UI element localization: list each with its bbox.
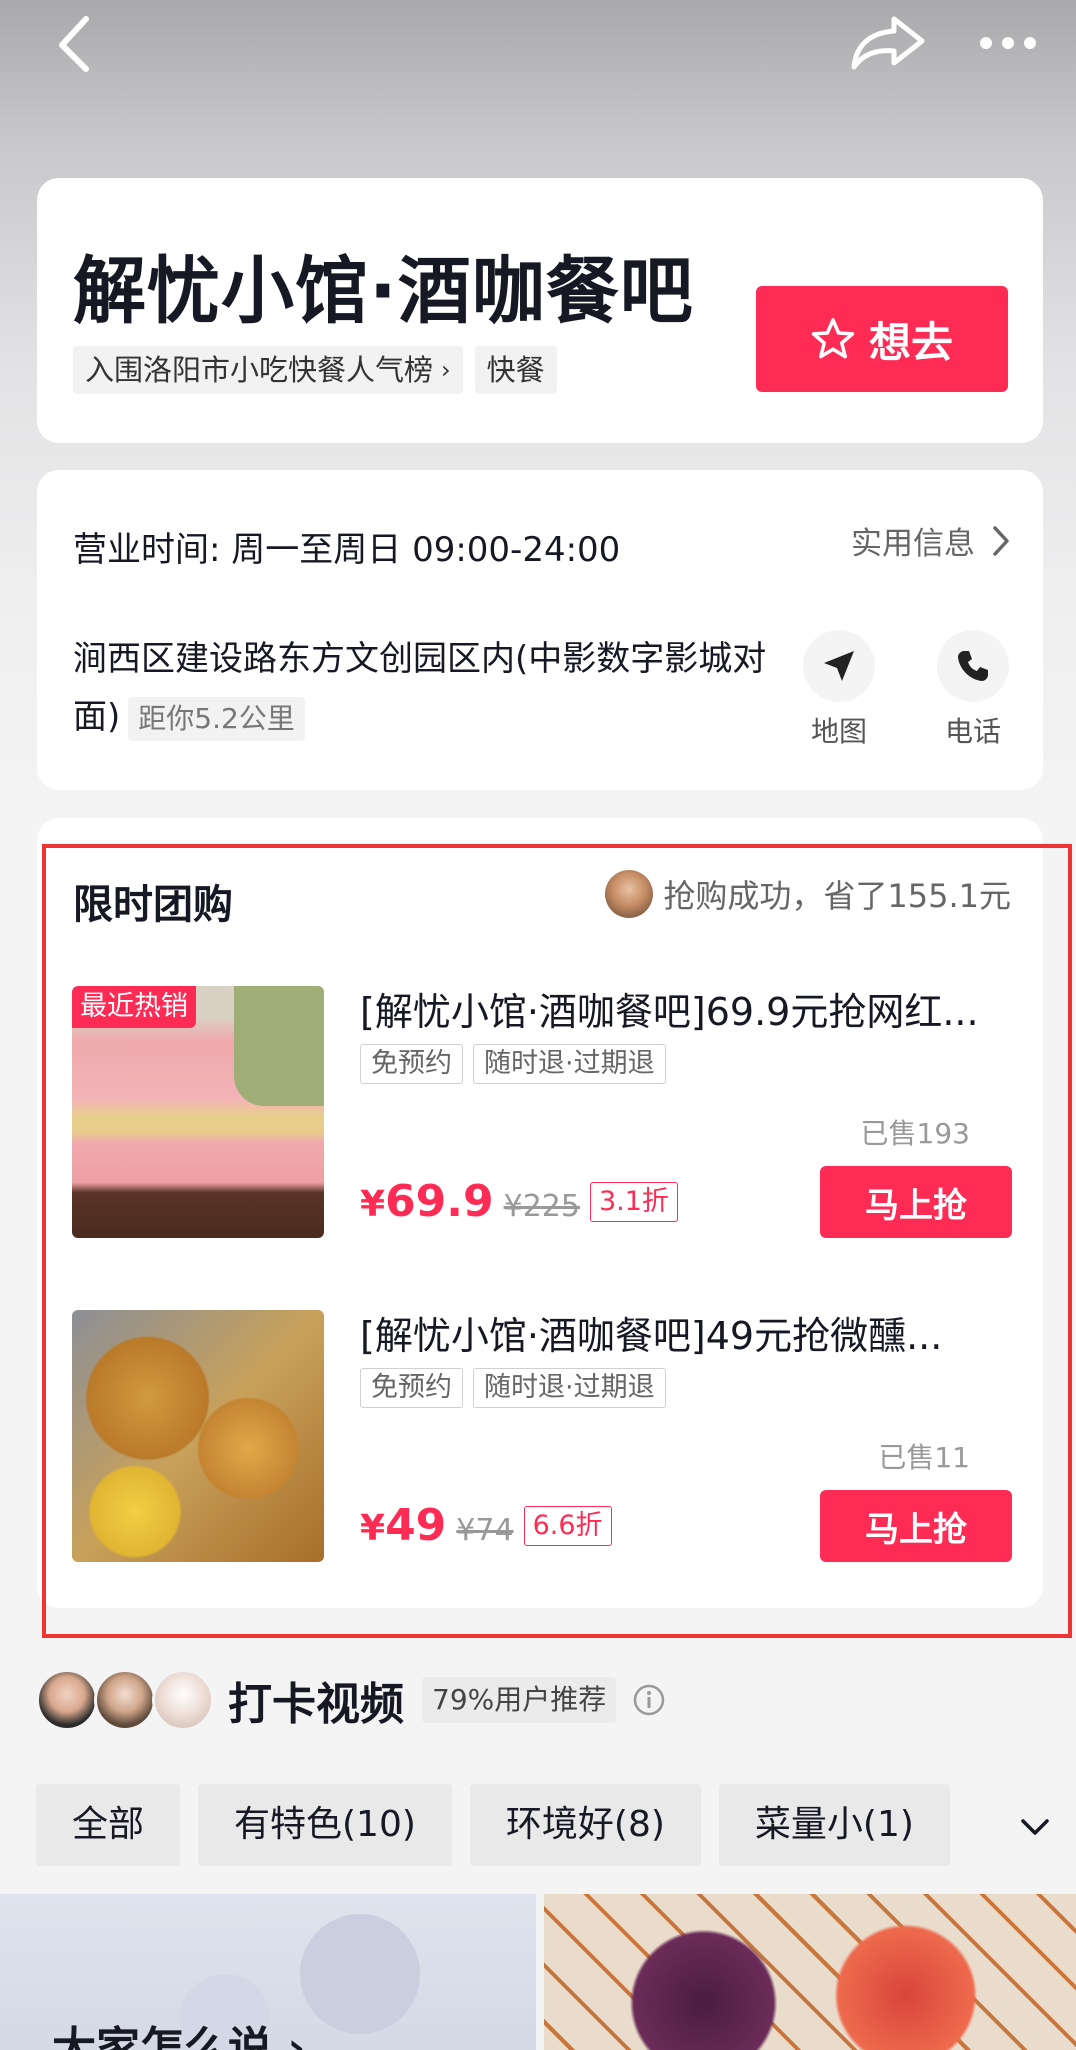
price-row: ¥69.9 ¥225 3.1折	[360, 1176, 678, 1227]
avatar	[36, 1669, 98, 1731]
share-icon	[851, 16, 925, 70]
original-price: ¥225	[503, 1189, 580, 1224]
checkin-videos-title: 打卡视频	[228, 1679, 404, 1730]
deal-price: ¥69.9	[360, 1176, 494, 1227]
category-tag: 快餐	[474, 346, 557, 394]
deal-title: [解忧小馆·酒咖餐吧]49元抢微醺...	[360, 1314, 943, 1358]
phone-button[interactable]: 电话	[923, 630, 1023, 750]
purchase-notice-text: 抢购成功，省了155.1元	[663, 877, 1011, 915]
price-value: 69.9	[385, 1176, 494, 1227]
review-filter-row: 全部 有特色(10) 环境好(8) 菜量小(1)	[36, 1784, 950, 1866]
business-hours: 营业时间: 周一至周日 09:00-24:00	[73, 530, 621, 570]
phone-icon	[958, 651, 988, 681]
filter-small-portion[interactable]: 菜量小(1)	[718, 1784, 950, 1866]
map-label: 地图	[810, 715, 867, 748]
deal-tags: 免预约 随时退·过期退	[360, 1368, 666, 1408]
shop-name: 解忧小馆·酒咖餐吧	[73, 249, 694, 334]
shop-tags: 入围洛阳市小吃快餐人气榜 › 快餐	[73, 346, 557, 394]
everyone-says-title: 大家怎么说 ›	[52, 2023, 306, 2050]
buy-now-button[interactable]: 马上抢	[820, 1166, 1012, 1238]
map-button[interactable]: 地图	[789, 630, 889, 750]
video-thumbnail-drinks[interactable]	[544, 1894, 1076, 2050]
more-dots-icon	[980, 37, 1036, 49]
deal-tags: 免预约 随时退·过期退	[360, 1044, 666, 1084]
price-value: 49	[385, 1500, 447, 1551]
share-button[interactable]	[848, 8, 928, 78]
currency-symbol: ¥	[360, 1184, 386, 1225]
ranking-tag[interactable]: 入围洛阳市小吃快餐人气榜 ›	[73, 346, 463, 394]
navigation-bar	[0, 0, 1076, 110]
map-icon-wrap	[803, 630, 875, 702]
star-icon	[811, 318, 855, 359]
phone-icon-wrap	[937, 630, 1009, 702]
discount-badge: 6.6折	[523, 1505, 612, 1546]
deal-image-cake: 最近热销	[72, 986, 324, 1238]
deal-image-fried-food	[72, 1310, 324, 1562]
expand-filters-button[interactable]	[1010, 1802, 1060, 1852]
buy-now-button[interactable]: 马上抢	[820, 1490, 1012, 1562]
shop-header-card: 解忧小馆·酒咖餐吧 入围洛阳市小吃快餐人气榜 › 快餐 想去	[37, 178, 1043, 443]
avatar	[152, 1669, 214, 1731]
practical-info-link[interactable]: 实用信息	[851, 518, 1011, 563]
want-to-go-button[interactable]: 想去	[756, 286, 1008, 392]
chevron-down-icon	[1021, 1819, 1049, 1835]
price-row: ¥49 ¥74 6.6折	[360, 1500, 612, 1551]
discount-badge: 3.1折	[589, 1181, 678, 1222]
want-to-go-label: 想去	[868, 317, 953, 367]
back-button[interactable]	[42, 8, 106, 78]
deal-tag: 免预约	[360, 1368, 463, 1408]
filter-distinctive[interactable]: 有特色(10)	[198, 1784, 452, 1866]
checkin-videos-header[interactable]: 打卡视频 79%用户推荐	[36, 1668, 666, 1732]
distance-badge: 距你5.2公里	[128, 696, 305, 741]
deal-title: [解忧小馆·酒咖餐吧]69.9元抢网红...	[360, 990, 979, 1034]
shop-info-card: 营业时间: 周一至周日 09:00-24:00 实用信息 涧西区建设路东方文创园…	[37, 470, 1043, 790]
filter-good-environment[interactable]: 环境好(8)	[469, 1784, 701, 1866]
deal-item[interactable]: [解忧小馆·酒咖餐吧]49元抢微醺... 免预约 随时退·过期退 已售11 ¥4…	[72, 1310, 1012, 1565]
original-price: ¥74	[456, 1513, 514, 1548]
hot-sale-badge: 最近热销	[72, 986, 196, 1028]
group-buy-card: 限时团购 抢购成功，省了155.1元 最近热销 [解忧小馆·酒咖餐吧]69.9元…	[37, 818, 1043, 1608]
phone-label: 电话	[944, 715, 1001, 748]
deal-tag: 免预约	[360, 1044, 463, 1084]
practical-info-label: 实用信息	[851, 526, 975, 562]
more-options-button[interactable]	[970, 8, 1046, 78]
chevron-right-icon: ›	[441, 356, 451, 384]
sold-count: 已售193	[860, 1117, 970, 1150]
back-arrow-icon	[59, 16, 89, 72]
avatar	[94, 1669, 156, 1731]
deal-price: ¥49	[360, 1500, 446, 1551]
shop-address[interactable]: 涧西区建设路东方文创园区内(中影数字影城对面) 距你5.2公里	[73, 630, 773, 746]
deal-tag: 随时退·过期退	[473, 1044, 666, 1084]
ranking-tag-label: 入围洛阳市小吃快餐人气榜	[85, 353, 434, 387]
sold-count: 已售11	[878, 1441, 970, 1474]
purchase-notice: 抢购成功，省了155.1元	[605, 870, 1011, 918]
deal-tag: 随时退·过期退	[473, 1368, 666, 1408]
info-icon[interactable]	[632, 1683, 666, 1717]
everyone-says-tile[interactable]: 大家怎么说 ›	[0, 1894, 536, 2050]
chevron-right-icon	[993, 525, 1009, 556]
group-buy-title: 限时团购	[73, 882, 233, 928]
buyer-avatar	[605, 870, 654, 918]
navigation-arrow-icon	[824, 651, 854, 681]
recommend-badge: 79%用户推荐	[422, 1677, 617, 1723]
user-avatars	[36, 1669, 214, 1731]
deal-item[interactable]: 最近热销 [解忧小馆·酒咖餐吧]69.9元抢网红... 免预约 随时退·过期退 …	[72, 986, 1012, 1241]
filter-all[interactable]: 全部	[36, 1784, 181, 1866]
currency-symbol: ¥	[360, 1508, 386, 1549]
